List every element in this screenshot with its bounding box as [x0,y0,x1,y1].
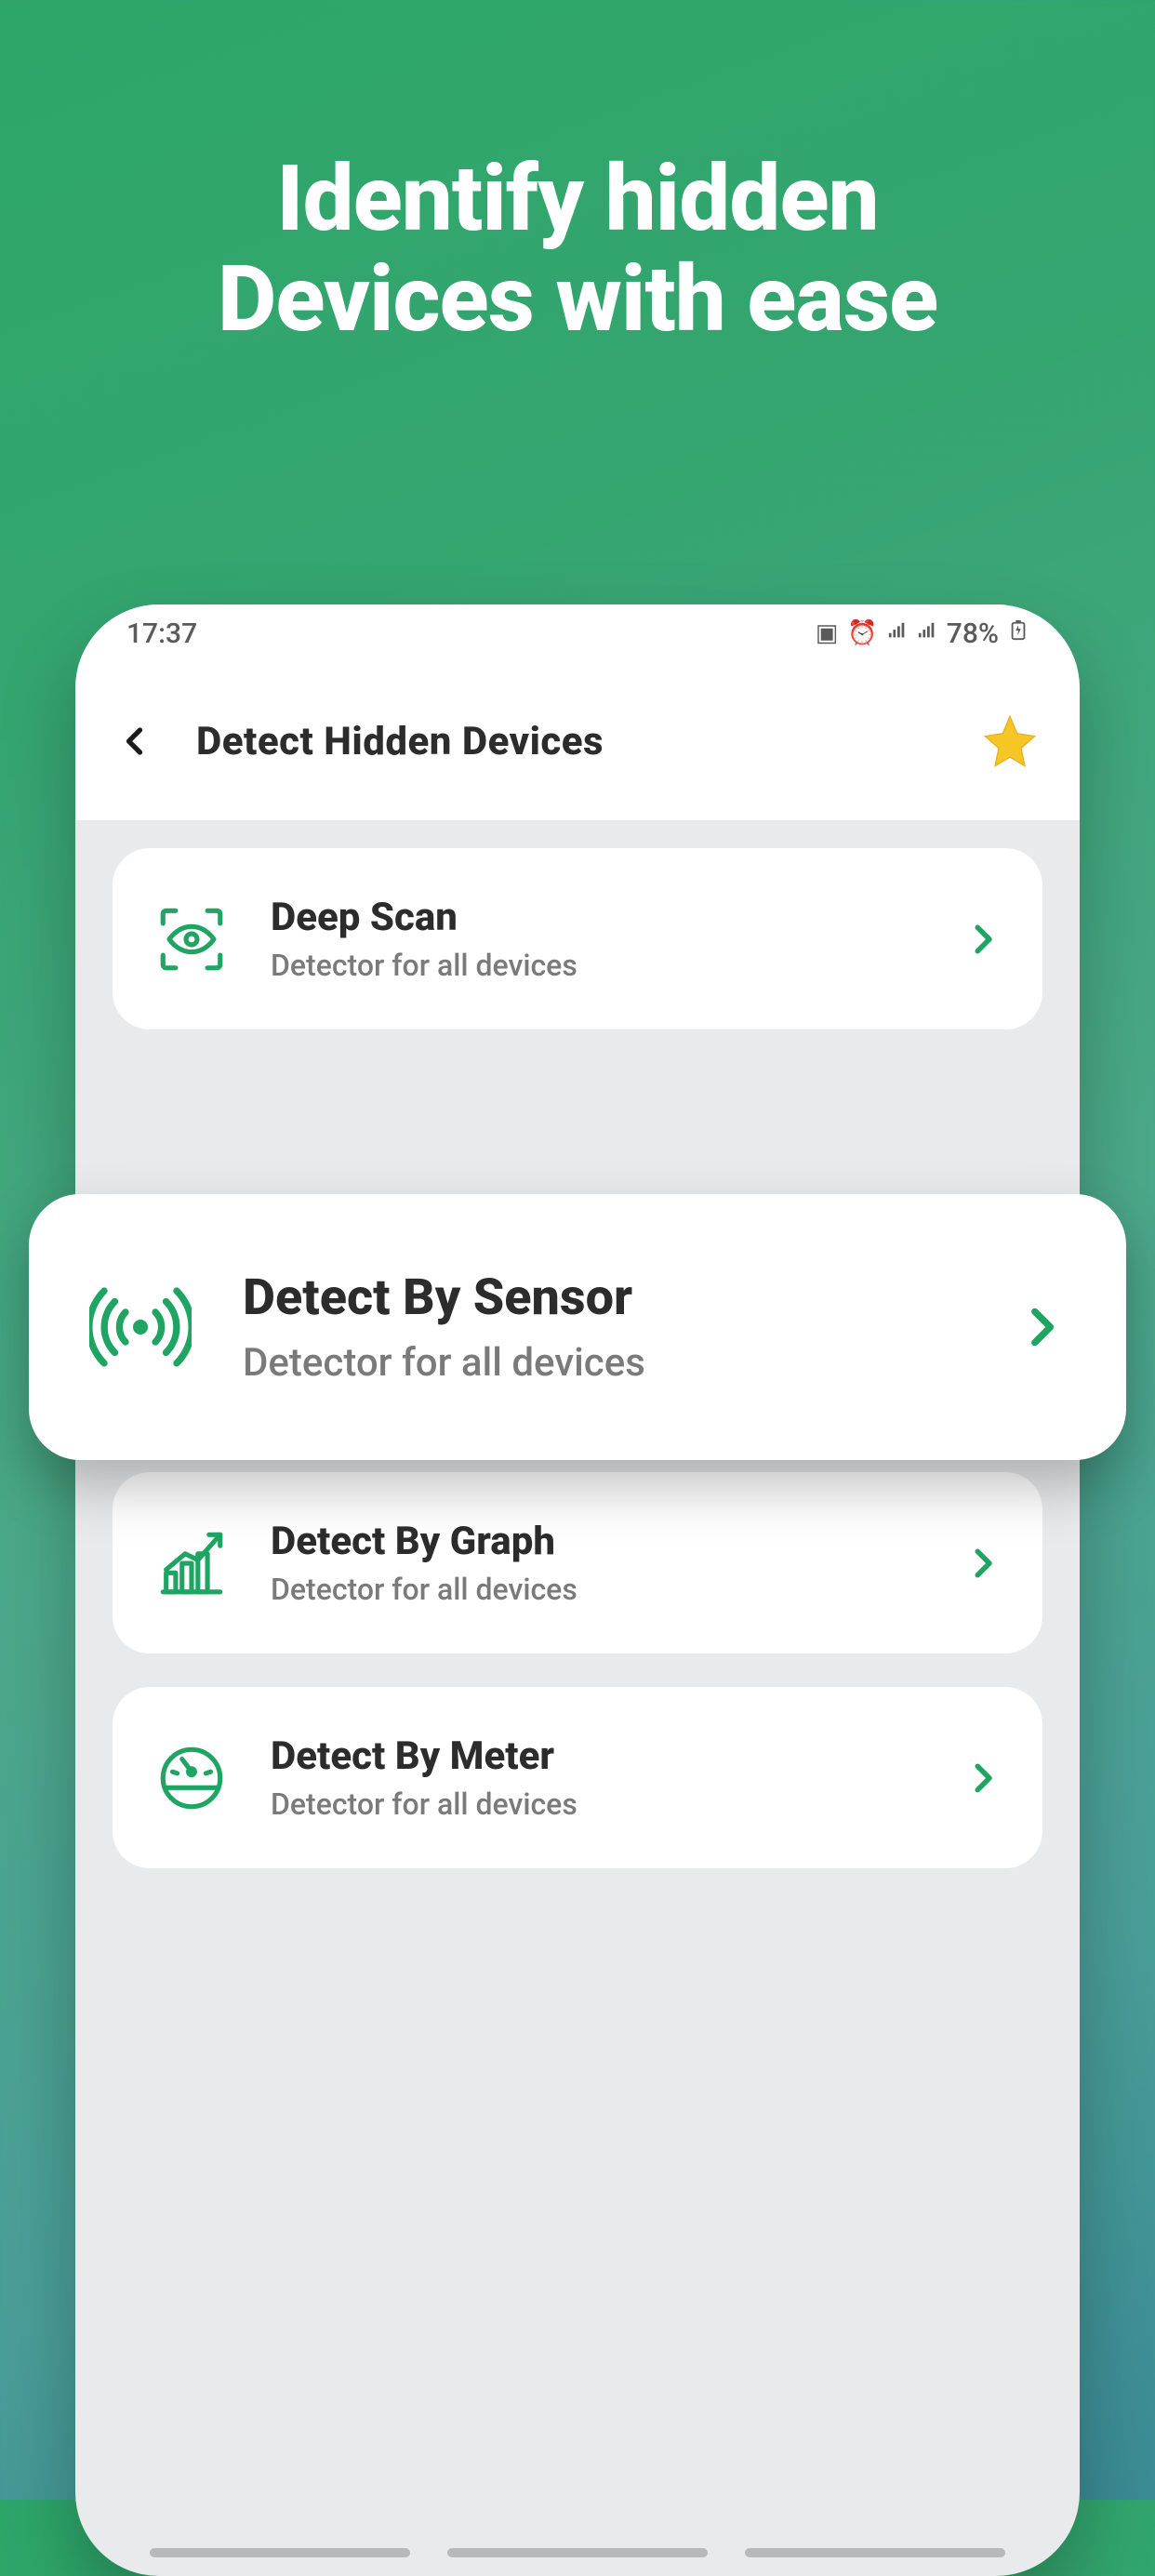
back-button[interactable] [113,718,159,764]
marketing-headline: Identify hidden Devices with ease [0,0,1155,350]
nav-pill[interactable] [447,2548,708,2557]
favorite-button[interactable] [977,709,1042,774]
battery-charging-icon [1008,618,1029,649]
card-subtitle: Detector for all devices [271,948,922,983]
card-title: Detect By Sensor [243,1268,963,1327]
status-time: 17:37 [126,617,197,650]
star-icon [980,711,1040,771]
radio-waves-icon [85,1271,196,1383]
gauge-icon [150,1736,233,1820]
option-detect-by-sensor[interactable]: Detect By Sensor Detector for all device… [29,1194,1126,1460]
growth-chart-icon [150,1521,233,1605]
chevron-right-icon [959,1755,1005,1801]
card-title: Detect By Meter [271,1733,922,1779]
card-subtitle: Detector for all devices [271,1572,922,1607]
app-update-icon: ▣ [816,619,839,647]
card-title: Detect By Graph [271,1519,922,1564]
battery-percent: 78% [947,617,999,650]
nav-pill[interactable] [150,2548,410,2557]
signal-icon-2 [917,619,937,647]
phone-frame: 17:37 ▣ ⏰ 78% Detect Hidden Devices [75,604,1080,2576]
option-deep-scan[interactable]: Deep Scan Detector for all devices [113,848,1042,1029]
card-title: Deep Scan [271,895,922,940]
nav-pill[interactable] [745,2548,1005,2557]
card-subtitle: Detector for all devices [243,1340,963,1386]
option-detect-by-graph[interactable]: Detect By Graph Detector for all devices [113,1472,1042,1653]
navigation-bar [75,2548,1080,2557]
page-title: Detect Hidden Devices [196,719,940,764]
chevron-right-icon [959,916,1005,963]
option-detect-by-meter[interactable]: Detect By Meter Detector for all devices [113,1687,1042,1868]
chevron-left-icon [119,724,153,758]
chevron-right-icon [959,1540,1005,1587]
status-bar: 17:37 ▣ ⏰ 78% [75,604,1080,662]
status-indicators: ▣ ⏰ 78% [816,617,1029,650]
card-subtitle: Detector for all devices [271,1786,922,1822]
alarm-icon: ⏰ [847,619,877,647]
eye-scan-icon [150,897,233,981]
chevron-right-icon [1010,1297,1070,1358]
signal-icon [887,619,908,647]
app-header: Detect Hidden Devices [75,662,1080,820]
